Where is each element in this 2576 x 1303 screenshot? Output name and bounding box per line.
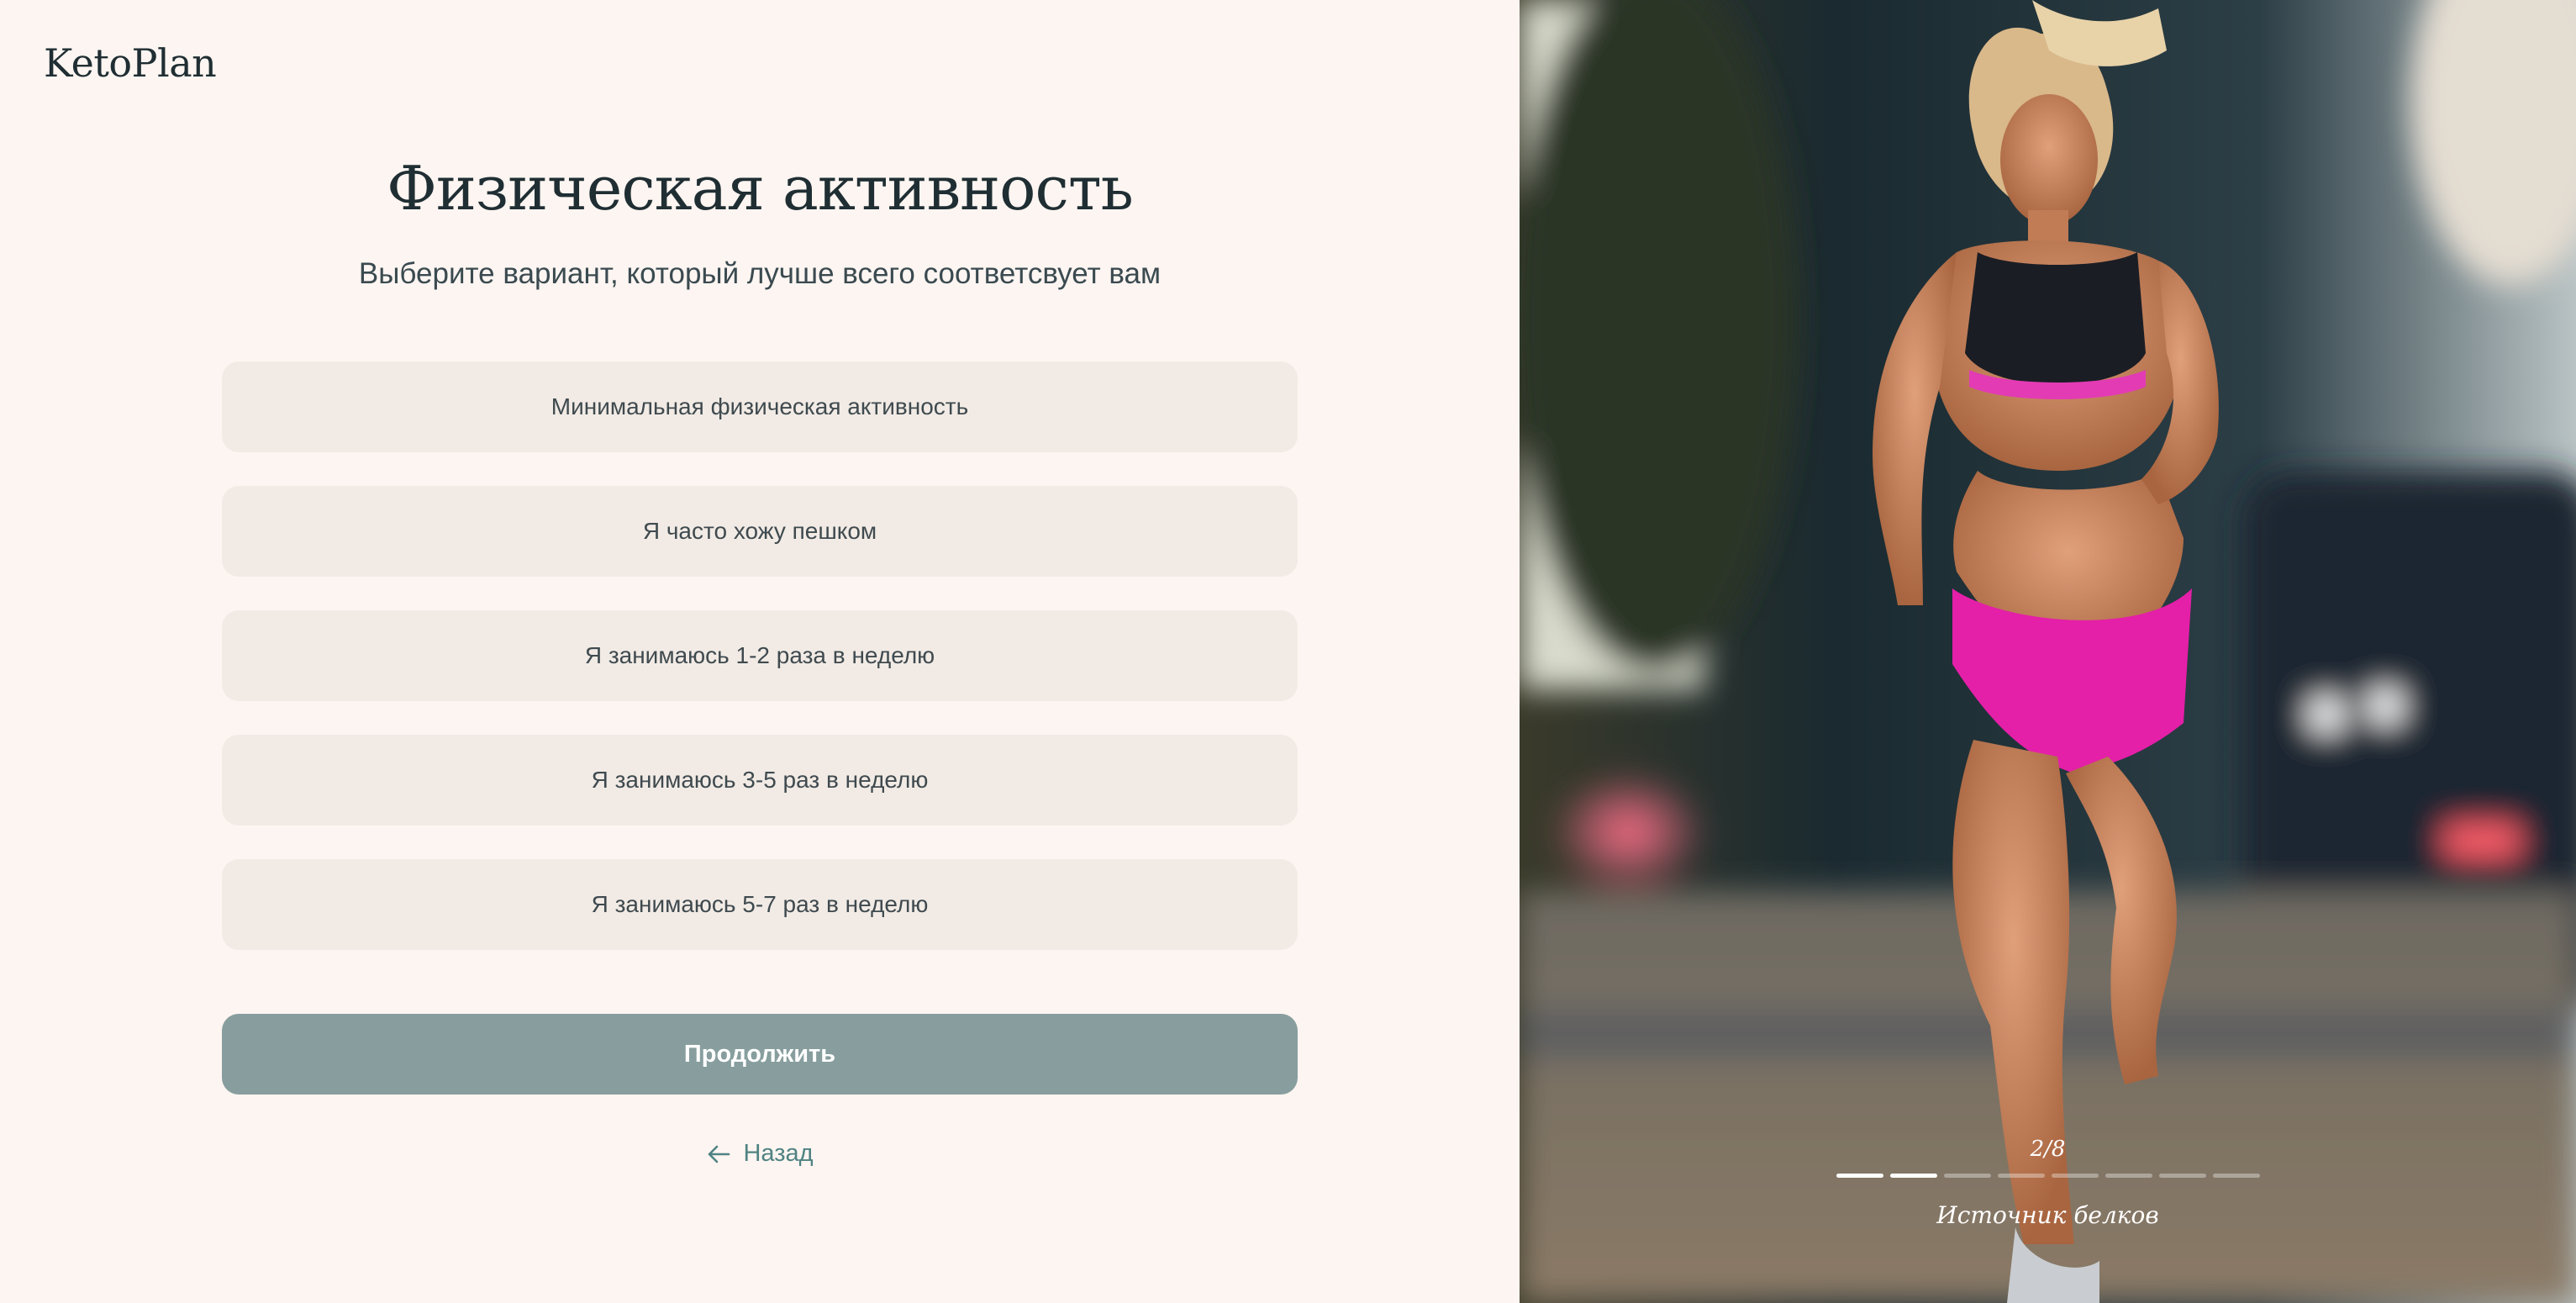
progress-segment[interactable] xyxy=(1997,1174,2045,1178)
progress-segment[interactable] xyxy=(2158,1174,2206,1178)
option-label: Я занимаюсь 3-5 раз в неделю xyxy=(591,767,929,793)
slideshow-panel: 2/8 Источник белков xyxy=(1520,0,2576,1303)
option-minimal-activity[interactable]: Минимальная физическая активность xyxy=(222,361,1298,452)
continue-button[interactable]: Продолжить xyxy=(222,1014,1298,1095)
page: KetoPlan Физическая активность Выберите … xyxy=(0,0,2576,1303)
option-label: Минимальная физическая активность xyxy=(550,393,969,419)
slide-caption: Источник белков xyxy=(1936,1201,2159,1229)
option-label: Я занимаюсь 1-2 раза в неделю xyxy=(584,642,935,668)
continue-label: Продолжить xyxy=(683,1040,836,1068)
progress-segment[interactable] xyxy=(1836,1174,1883,1178)
slideshow-progress: 2/8 Источник белков xyxy=(1520,1137,2576,1229)
progress-segment[interactable] xyxy=(2105,1174,2152,1178)
arrow-left-icon xyxy=(706,1144,731,1164)
progress-segment[interactable] xyxy=(1943,1174,1991,1178)
progress-segment[interactable] xyxy=(2212,1174,2260,1178)
option-1-2-times[interactable]: Я занимаюсь 1-2 раза в неделю xyxy=(222,610,1298,701)
option-3-5-times[interactable]: Я занимаюсь 3-5 раз в неделю xyxy=(222,735,1298,826)
progress-segment[interactable] xyxy=(2051,1174,2099,1178)
option-walk-often[interactable]: Я часто хожу пешком xyxy=(222,486,1298,577)
quiz-panel: KetoPlan Физическая активность Выберите … xyxy=(0,0,1520,1303)
option-5-7-times[interactable]: Я занимаюсь 5-7 раз в неделю xyxy=(222,859,1298,950)
logo[interactable]: KetoPlan xyxy=(44,40,217,86)
back-label: Назад xyxy=(743,1140,814,1167)
woman-running-photo xyxy=(1520,0,2576,1303)
progress-bars xyxy=(1520,1174,2576,1178)
progress-segment[interactable] xyxy=(1889,1174,1937,1178)
slide-counter: 2/8 xyxy=(2030,1137,2066,1162)
option-label: Я занимаюсь 5-7 раз в неделю xyxy=(591,891,929,917)
option-label: Я часто хожу пешком xyxy=(642,518,877,544)
page-subtitle: Выберите вариант, который лучше всего со… xyxy=(358,257,1162,290)
page-title: Физическая активность xyxy=(387,153,1134,224)
options-list: Минимальная физическая активность Я част… xyxy=(222,361,1298,984)
back-link[interactable]: Назад xyxy=(0,1140,1520,1168)
